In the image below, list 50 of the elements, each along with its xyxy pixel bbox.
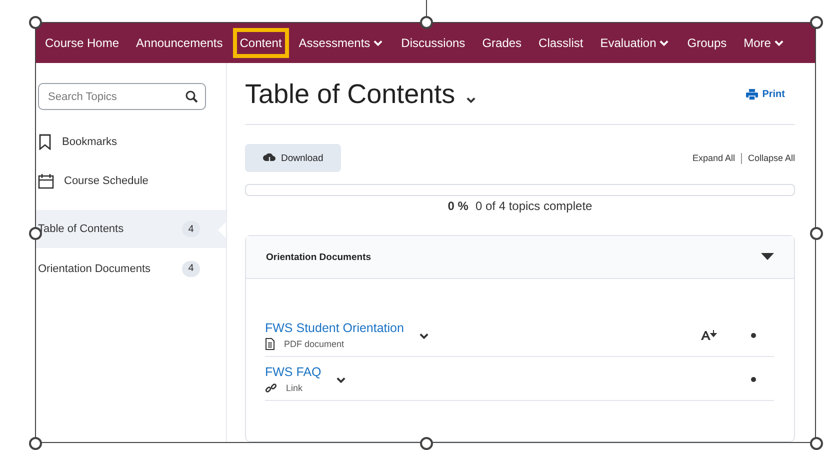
topic-link[interactable]: FWS FAQ: [265, 365, 322, 379]
module-label: Orientation Documents: [38, 262, 150, 274]
progress-summary: 0 of 4 topics complete: [475, 199, 592, 213]
resize-handle[interactable]: [29, 16, 42, 29]
topic-type: PDF document: [284, 339, 344, 349]
module-item[interactable]: Table of Contents 4: [36, 210, 226, 249]
download-button[interactable]: Download: [245, 144, 342, 172]
document-icon: [265, 338, 275, 350]
resize-handle[interactable]: [420, 16, 433, 29]
nav-link[interactable]: Evaluation: [593, 28, 678, 58]
status-dot: [751, 333, 756, 338]
link-icon: [265, 382, 277, 394]
topic-type: Link: [286, 383, 303, 393]
nav-link[interactable]: Grades: [475, 28, 529, 58]
topic-count: 4: [182, 260, 200, 276]
resize-handle[interactable]: [29, 437, 42, 450]
bookmark-icon: [38, 134, 52, 150]
page-title: Table of Contents: [245, 79, 456, 110]
selection-notch: [218, 222, 226, 238]
resize-handle[interactable]: [420, 437, 433, 450]
module-item[interactable]: Orientation Documents 4: [36, 249, 226, 288]
calendar-icon: [38, 172, 54, 188]
printer-icon: [746, 89, 758, 100]
module-label: Table of Contents: [38, 223, 124, 235]
nav-link[interactable]: Content: [232, 28, 289, 58]
progress-percent: 0 %: [448, 199, 468, 213]
search-icon: [185, 90, 198, 103]
expand-all-link[interactable]: Expand All: [692, 153, 735, 163]
nav-link[interactable]: Assessments: [292, 28, 392, 58]
topic-link[interactable]: FWS Student Orientation: [265, 321, 404, 335]
nav-link[interactable]: Course Home: [38, 28, 126, 58]
resize-handle[interactable]: [810, 227, 823, 240]
collapse-all-link[interactable]: Collapse All: [748, 153, 795, 163]
resize-handle[interactable]: [810, 437, 823, 450]
font-download-icon[interactable]: [701, 330, 717, 341]
nav-link[interactable]: Discussions: [394, 28, 472, 58]
module-title: Orientation Documents: [266, 252, 372, 262]
nav-link[interactable]: Groups: [680, 28, 734, 58]
cloud-download-icon: [263, 152, 276, 164]
nav-link[interactable]: More: [736, 28, 792, 58]
sidebar-link[interactable]: Course Schedule: [36, 161, 226, 200]
resize-handle[interactable]: [810, 16, 823, 29]
status-dot: [751, 377, 756, 382]
caret-down-icon[interactable]: [761, 253, 774, 261]
search-field[interactable]: Search Topics: [38, 83, 206, 110]
topic-count: 4: [182, 221, 200, 237]
nav-link[interactable]: Announcements: [129, 28, 230, 58]
sidebar-link[interactable]: Bookmarks: [36, 122, 226, 161]
nav-link[interactable]: Classlist: [532, 28, 590, 58]
print-link[interactable]: Print: [746, 89, 785, 100]
